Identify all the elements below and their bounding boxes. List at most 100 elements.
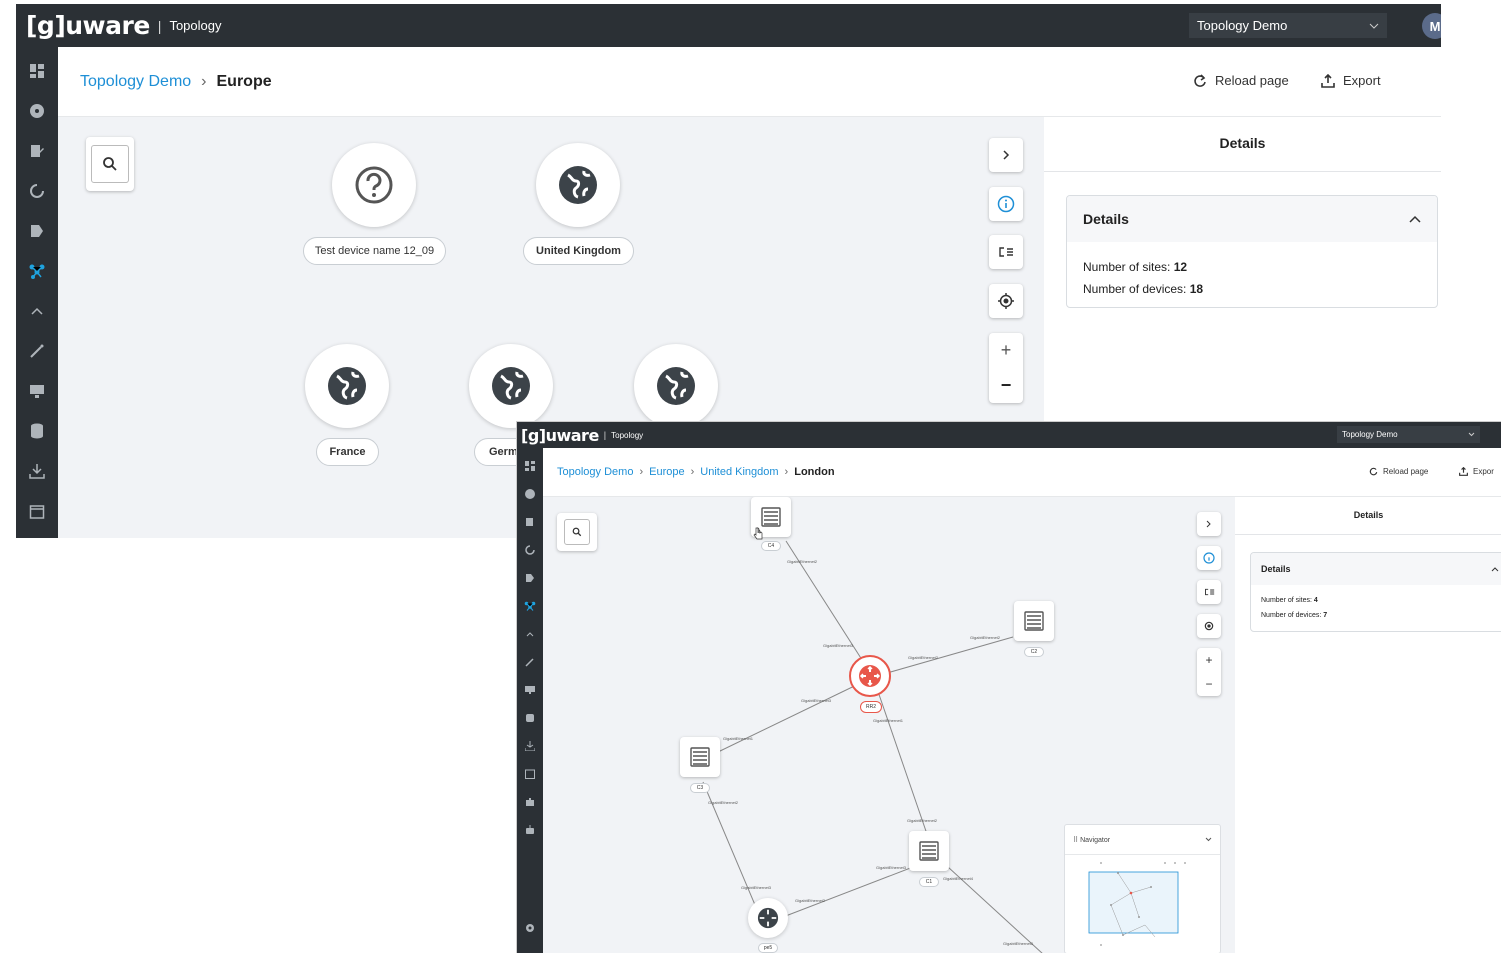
gluware-logo[interactable]: [g]uware [521,426,599,445]
sync-icon[interactable] [16,171,58,211]
wand-icon[interactable] [517,648,543,676]
download-icon[interactable] [517,732,543,760]
collapse-panel-button[interactable] [989,138,1023,172]
topology-canvas[interactable]: GigabitEthernet2 GigabitEthernet3 Gigabi… [543,497,1235,953]
locate-icon [998,293,1014,309]
download-icon[interactable] [16,451,58,491]
breadcrumb-item[interactable]: Europe [649,466,684,478]
info-icon [997,195,1015,213]
chevron-down-icon [1369,23,1379,29]
router-node-rr2[interactable] [849,655,891,697]
dashboard-icon[interactable] [517,452,543,480]
svg-text:GigabitEthernet2: GigabitEthernet2 [907,818,938,823]
network-icon[interactable] [16,91,58,131]
svg-text:GigabitEthernet4: GigabitEthernet4 [943,876,974,881]
device-node[interactable] [332,143,416,227]
site-node-france[interactable] [305,344,389,428]
legend-button[interactable] [1197,580,1221,604]
top-bar: [g]uware | Topology Topology Demo [517,422,1501,448]
server-node-c1[interactable] [909,831,949,871]
audit-icon[interactable] [517,508,543,536]
reload-label: Reload page [1383,467,1429,476]
search-button[interactable] [557,513,597,551]
site-node-germany[interactable] [469,344,553,428]
robot-icon[interactable] [517,816,543,844]
chevron-up-icon[interactable] [16,291,58,331]
breadcrumb-item[interactable]: Topology Demo [557,466,633,478]
site-node-united-kingdom[interactable] [536,143,620,227]
reload-page-button[interactable]: Reload page [1193,73,1289,88]
avatar[interactable]: M [1422,13,1441,39]
chevron-up-icon [1491,566,1499,571]
database-icon[interactable] [16,411,58,451]
calendar-icon[interactable] [16,491,58,531]
settings-icon[interactable] [517,914,543,942]
puzzle-icon[interactable] [517,788,543,816]
monitor-icon[interactable] [16,371,58,411]
sidebar [16,47,58,538]
globe-icon [559,166,597,204]
config-icon[interactable] [16,211,58,251]
details-card-title: Details [1261,564,1291,574]
database-icon[interactable] [517,704,543,732]
sites-count: 4 [1313,597,1318,604]
module-title: Topology [169,18,222,33]
zoom-controls: + − [989,333,1023,403]
router-node-pe5[interactable] [748,898,788,938]
module-title: Topology [611,430,644,440]
details-card-body: Number of sites: 4 Number of devices: 7 [1251,585,1501,631]
audit-icon[interactable] [16,131,58,171]
export-button[interactable]: Export [1321,73,1381,88]
calendar-icon[interactable] [517,760,543,788]
svg-text:GigabitEthernet2: GigabitEthernet2 [970,635,1001,640]
monitor-icon[interactable] [517,676,543,704]
locate-button[interactable] [1197,614,1221,638]
server-icon [919,841,939,861]
breadcrumb-topology-demo[interactable]: Topology Demo [80,73,191,91]
page-header: Topology Demo › Europe › United Kingdom … [543,448,1501,497]
locate-button[interactable] [989,284,1023,318]
svg-text:GigabitEthernet1: GigabitEthernet1 [873,718,904,723]
zoom-in-button[interactable]: + [1205,648,1212,672]
config-icon[interactable] [517,564,543,592]
zoom-in-button[interactable]: + [1001,333,1012,368]
navigator-title: Navigator [1080,836,1111,844]
reload-page-button[interactable]: Reload page [1369,467,1428,476]
chevron-right-icon [1003,150,1010,160]
zoom-out-button[interactable]: − [1001,368,1012,403]
details-card-header[interactable]: Details [1251,553,1501,585]
topology-icon[interactable] [16,251,58,291]
project-selector[interactable]: Topology Demo [1337,426,1480,443]
drag-handle-icon[interactable]: ⠿ [1073,837,1078,844]
chevron-up-icon[interactable] [517,620,543,648]
front-window: [g]uware | Topology Topology Demo Topolo… [516,421,1501,953]
export-button[interactable]: Expor [1459,467,1494,476]
page-header: Topology Demo › Europe Reload page Expor… [58,47,1441,117]
svg-text:GigabitEthernet2: GigabitEthernet2 [787,559,818,564]
server-node-c3[interactable] [680,737,720,777]
project-name: Topology Demo [1342,430,1398,439]
device-label: C3 [690,783,710,793]
wand-icon[interactable] [16,331,58,371]
site-node[interactable] [634,344,718,428]
breadcrumb-item[interactable]: United Kingdom [700,466,778,478]
details-card-header[interactable]: Details [1067,196,1437,242]
navigator-panel[interactable]: ⠿ Navigator [1064,824,1221,953]
zoom-out-button[interactable]: − [1205,672,1212,696]
search-button[interactable] [86,137,134,191]
dashboard-icon[interactable] [16,51,58,91]
collapse-panel-button[interactable] [1197,512,1221,536]
legend-button[interactable] [989,235,1023,269]
navigator-header[interactable]: ⠿ Navigator [1065,825,1220,855]
info-button[interactable] [989,187,1023,221]
network-icon[interactable] [517,480,543,508]
node-label: United Kingdom [523,237,634,265]
info-button[interactable] [1197,546,1221,570]
details-card: Details Number of sites: 12 Number of de… [1066,195,1438,308]
breadcrumb: Topology Demo › Europe [80,73,272,91]
topology-icon[interactable] [517,592,543,620]
gluware-logo[interactable]: [g]uware [26,11,150,40]
sync-icon[interactable] [517,536,543,564]
server-node-c2[interactable] [1014,601,1054,641]
project-selector[interactable]: Topology Demo [1189,13,1387,38]
